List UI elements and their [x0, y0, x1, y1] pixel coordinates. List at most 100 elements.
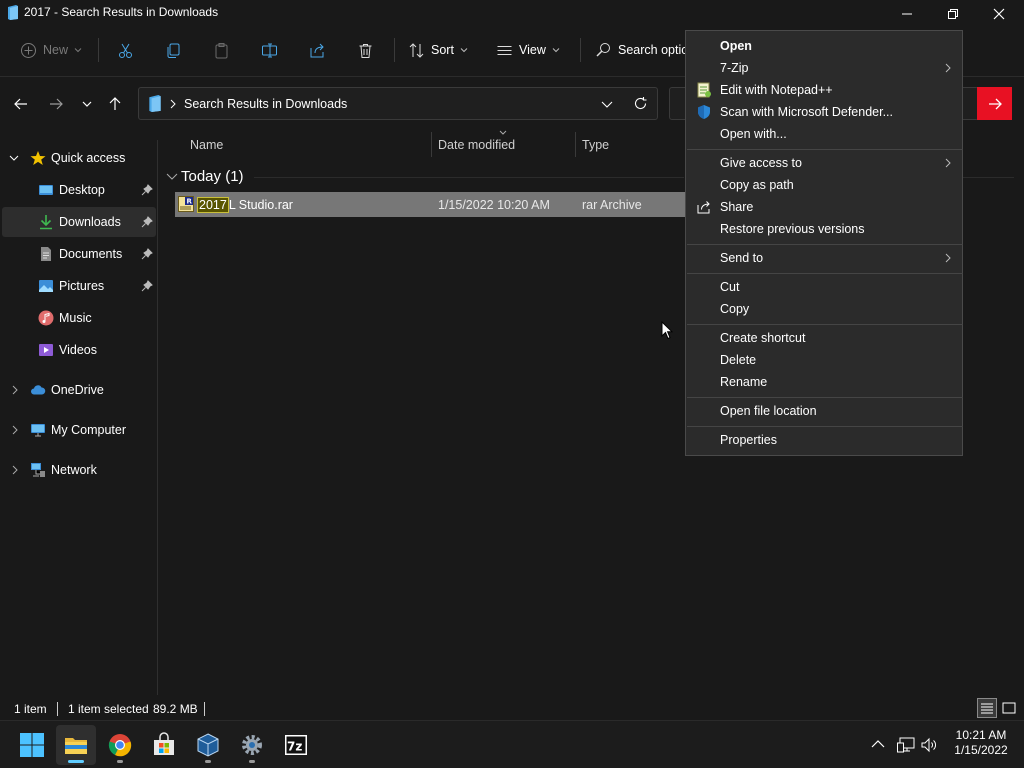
taskbar-settings[interactable]: [232, 725, 272, 765]
menu-item-send-to[interactable]: Send to: [686, 247, 962, 269]
restore-button[interactable]: [930, 0, 976, 28]
new-label: New: [43, 43, 69, 57]
menu-label: Scan with Microsoft Defender...: [720, 105, 893, 119]
chevron-up-icon[interactable]: [871, 739, 885, 749]
sidebar-item-quick-access[interactable]: Quick access: [0, 143, 156, 173]
taskbar-chrome[interactable]: [100, 725, 140, 765]
volume-icon[interactable]: [921, 737, 937, 753]
minimize-icon: [902, 13, 912, 15]
share-icon: [697, 201, 710, 214]
up-button[interactable]: [104, 93, 126, 115]
share-button[interactable]: [309, 30, 326, 70]
minimize-button[interactable]: [884, 0, 930, 28]
menu-item-properties[interactable]: Properties: [686, 429, 962, 451]
rename-button[interactable]: [261, 30, 278, 70]
cut-button[interactable]: [117, 30, 134, 70]
sidebar-item-my-computer[interactable]: My Computer: [0, 415, 156, 445]
taskbar-file-explorer[interactable]: [56, 725, 96, 765]
videos-icon: [39, 344, 53, 356]
network-icon: [31, 463, 45, 477]
menu-item-scan-defender[interactable]: Scan with Microsoft Defender...: [686, 101, 962, 123]
menu-item-rename[interactable]: Rename: [686, 371, 962, 393]
search-options-button[interactable]: Search optic: [595, 30, 687, 70]
file-row[interactable]: R 2017 L Studio.rar 1/15/2022 10:20 AM ra…: [175, 192, 687, 217]
menu-item-open[interactable]: Open: [686, 35, 962, 57]
pin-icon[interactable]: [141, 248, 153, 260]
menu-item-copy-as-path[interactable]: Copy as path: [686, 174, 962, 196]
pin-icon[interactable]: [141, 184, 153, 196]
menu-item-open-with[interactable]: Open with...: [686, 123, 962, 145]
status-divider: [204, 702, 205, 716]
pictures-icon: [39, 280, 53, 292]
details-view-button[interactable]: [977, 698, 997, 718]
menu-divider: [687, 244, 963, 245]
refresh-icon[interactable]: [633, 96, 648, 111]
menu-item-7zip[interactable]: 7-Zip: [686, 57, 962, 79]
sidebar-item-onedrive[interactable]: OneDrive: [0, 375, 156, 405]
menu-label: Create shortcut: [720, 331, 806, 345]
sidebar-item-network[interactable]: Network: [0, 455, 156, 485]
recent-locations-button[interactable]: [76, 93, 98, 115]
column-header-date-modified[interactable]: Date modified: [438, 138, 515, 152]
tiles-view-button[interactable]: [999, 698, 1019, 718]
address-path: Search Results in Downloads: [184, 97, 348, 111]
sort-chevron-icon: [499, 130, 507, 135]
menu-item-edit-notepad[interactable]: Edit with Notepad++: [686, 79, 962, 101]
copy-button[interactable]: [165, 30, 182, 70]
clock-time: 10:21 AM: [955, 728, 1007, 742]
running-indicator: [117, 760, 123, 763]
column-header-name[interactable]: Name: [190, 138, 223, 152]
sidebar-item-documents[interactable]: Documents: [0, 239, 156, 269]
sidebar-item-desktop[interactable]: Desktop: [0, 175, 156, 205]
column-header-type[interactable]: Type: [582, 138, 609, 152]
status-item-count: 1 item: [14, 702, 47, 716]
start-button[interactable]: [12, 725, 52, 765]
group-header-today[interactable]: Today (1): [166, 166, 244, 186]
file-date: 1/15/2022 10:20 AM: [438, 198, 550, 212]
search-go-button[interactable]: [977, 87, 1012, 120]
menu-item-create-shortcut[interactable]: Create shortcut: [686, 327, 962, 349]
network-status-icon[interactable]: [897, 737, 915, 753]
new-button[interactable]: New: [20, 30, 82, 70]
sidebar-item-pictures[interactable]: Pictures: [0, 271, 156, 301]
column-divider[interactable]: [575, 132, 576, 157]
music-icon: [38, 310, 54, 326]
menu-item-cut[interactable]: Cut: [686, 276, 962, 298]
menu-item-open-file-location[interactable]: Open file location: [686, 400, 962, 422]
view-button[interactable]: View: [496, 30, 560, 70]
menu-item-delete[interactable]: Delete: [686, 349, 962, 371]
menu-item-share[interactable]: Share: [686, 196, 962, 218]
sidebar-item-videos[interactable]: Videos: [0, 335, 156, 365]
pin-icon[interactable]: [141, 216, 153, 228]
close-button[interactable]: [976, 0, 1022, 28]
pin-icon[interactable]: [141, 280, 153, 292]
chevron-right-icon: [945, 253, 951, 263]
delete-button[interactable]: [357, 30, 374, 70]
folder-icon: [65, 738, 87, 754]
chevron-right-icon: [945, 63, 951, 73]
sidebar-item-music[interactable]: Music: [0, 303, 156, 333]
sidebar-item-downloads[interactable]: Downloads: [2, 207, 156, 237]
taskbar-store[interactable]: [144, 725, 184, 765]
paste-button[interactable]: [213, 30, 230, 70]
taskbar-virtualbox[interactable]: [188, 725, 228, 765]
address-bar[interactable]: Search Results in Downloads: [138, 87, 658, 120]
group-label: Today (1): [181, 167, 244, 185]
column-divider[interactable]: [431, 132, 432, 157]
sort-label: Sort: [431, 43, 454, 57]
back-button[interactable]: [10, 93, 32, 115]
menu-label: Delete: [720, 353, 757, 367]
menu-item-restore-versions[interactable]: Restore previous versions: [686, 218, 962, 240]
chevron-down-icon[interactable]: [601, 99, 613, 109]
taskbar-clock[interactable]: 10:21 AM 1/15/2022: [950, 728, 1012, 758]
view-label: View: [519, 43, 546, 57]
chevron-right-icon: [12, 465, 18, 475]
menu-item-copy[interactable]: Copy: [686, 298, 962, 320]
search-options-icon: [596, 42, 610, 57]
taskbar-7zip[interactable]: 7z: [276, 725, 316, 765]
menu-item-give-access[interactable]: Give access to: [686, 152, 962, 174]
forward-button[interactable]: [45, 93, 67, 115]
sort-button[interactable]: Sort: [408, 30, 468, 70]
menu-divider: [687, 149, 963, 150]
active-indicator: [68, 760, 84, 763]
